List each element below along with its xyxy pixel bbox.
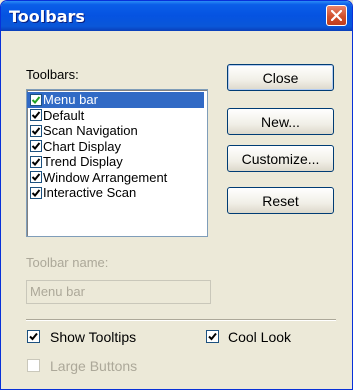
toolbar-name-label: Toolbar name: — [26, 255, 109, 270]
title-bar[interactable]: Toolbars — [1, 1, 352, 31]
show-tooltips-label[interactable]: Show Tooltips — [50, 329, 136, 345]
check-icon — [208, 332, 217, 341]
show-tooltips-checkbox[interactable] — [27, 330, 40, 343]
toolbar-item[interactable]: Window Arrangement — [27, 170, 207, 186]
check-icon — [31, 111, 41, 120]
toolbar-item-checkbox[interactable] — [30, 124, 42, 137]
toolbar-item-label: Chart Display — [43, 138, 122, 154]
large-buttons-checkbox — [27, 359, 40, 372]
toolbar-item[interactable]: Default — [27, 108, 207, 124]
large-buttons-label: Large Buttons — [50, 358, 138, 374]
toolbar-item-checkbox[interactable] — [30, 140, 42, 153]
check-icon — [31, 96, 41, 104]
toolbars-list[interactable]: Menu bar Default Scan Navigation Chart D… — [26, 89, 208, 237]
new-button[interactable]: New... — [227, 108, 334, 135]
toolbars-label: Toolbars: — [26, 67, 79, 82]
check-icon — [31, 189, 41, 197]
check-icon — [31, 173, 41, 182]
toolbar-item[interactable]: Scan Navigation — [27, 123, 207, 139]
toolbar-item-checkbox[interactable] — [30, 186, 42, 199]
check-icon — [31, 142, 41, 151]
toolbar-item-label: Default — [43, 107, 85, 123]
toolbar-item-checkbox[interactable] — [30, 155, 42, 168]
toolbar-item-label: Menu bar — [43, 92, 98, 108]
toolbar-item[interactable]: Interactive Scan — [27, 185, 207, 201]
cool-look-checkbox[interactable] — [206, 330, 219, 343]
check-icon — [29, 332, 38, 341]
cool-look-label[interactable]: Cool Look — [228, 329, 291, 345]
check-icon — [31, 158, 41, 166]
toolbar-name-field: Menu bar — [26, 280, 211, 304]
toolbar-item-checkbox[interactable] — [30, 109, 42, 122]
divider — [26, 319, 336, 321]
toolbar-item[interactable]: Trend Display — [27, 154, 207, 170]
toolbar-item-label: Scan Navigation — [43, 123, 138, 139]
close-button[interactable]: Close — [227, 64, 334, 91]
toolbar-item-label: Trend Display — [43, 154, 123, 170]
close-window-button[interactable] — [326, 5, 347, 26]
toolbars-dialog: Toolbars Toolbars: Menu bar Default Scan… — [0, 0, 353, 390]
close-icon — [331, 10, 342, 21]
toolbar-item-label: Window Arrangement — [43, 169, 168, 185]
toolbar-item-checkbox[interactable] — [30, 93, 42, 106]
customize-button[interactable]: Customize... — [227, 145, 334, 172]
reset-button[interactable]: Reset — [227, 187, 334, 214]
toolbar-item-label: Interactive Scan — [43, 185, 137, 201]
toolbar-item[interactable]: Menu bar — [27, 92, 204, 108]
toolbar-item-checkbox[interactable] — [30, 171, 42, 184]
toolbar-item[interactable]: Chart Display — [27, 139, 207, 155]
window-title: Toolbars — [9, 7, 85, 26]
check-icon — [31, 127, 41, 135]
